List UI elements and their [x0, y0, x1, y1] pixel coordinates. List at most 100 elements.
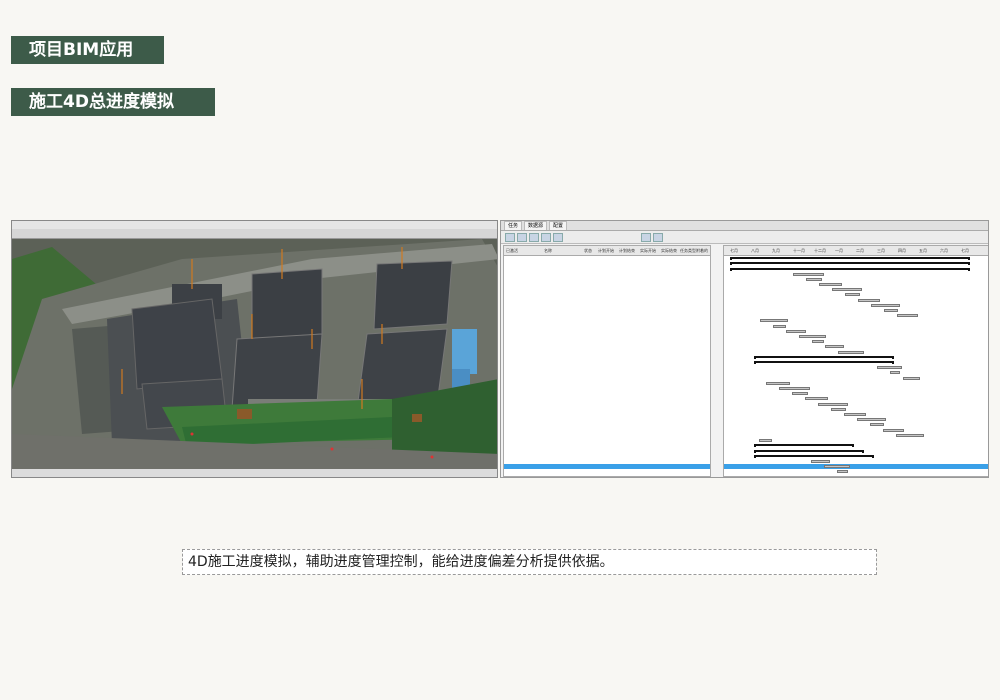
gantt-task-bar[interactable]	[793, 272, 824, 276]
task-row[interactable]	[504, 396, 710, 401]
task-row[interactable]	[504, 266, 710, 271]
task-row[interactable]	[504, 365, 710, 370]
gantt-task-bar[interactable]	[818, 402, 848, 406]
gantt-task-bar[interactable]	[845, 293, 860, 297]
task-row[interactable]	[504, 464, 710, 469]
task-row[interactable]	[504, 329, 710, 334]
gantt-task-bar[interactable]	[884, 309, 898, 312]
task-row[interactable]	[504, 448, 710, 453]
gantt-task-bar[interactable]	[811, 459, 830, 463]
viewer-toolbar[interactable]	[12, 229, 497, 239]
gantt-task-bar[interactable]	[857, 418, 886, 422]
task-row[interactable]	[504, 386, 710, 391]
gantt-task-bar[interactable]	[890, 371, 900, 375]
gantt-task-bar[interactable]	[786, 329, 806, 333]
task-row[interactable]	[504, 334, 710, 339]
gantt-task-bar[interactable]	[759, 439, 772, 442]
zoom-in-icon[interactable]	[641, 233, 651, 242]
task-row[interactable]	[504, 376, 710, 381]
timeliner-window[interactable]: 任务 数据源 配置 已激活 名称 状态 计划开始 计划结束 实际开始 实际结束 …	[500, 220, 989, 478]
task-row[interactable]	[504, 261, 710, 266]
task-row[interactable]	[504, 339, 710, 344]
gantt-summary-bar[interactable]	[730, 262, 970, 266]
task-row[interactable]	[504, 292, 710, 297]
task-row[interactable]	[504, 350, 710, 355]
gantt-task-bar[interactable]	[792, 392, 808, 396]
task-row[interactable]	[504, 355, 710, 360]
gantt-task-bar[interactable]	[837, 470, 848, 474]
gantt-task-bar[interactable]	[858, 298, 880, 302]
task-row[interactable]	[504, 438, 710, 443]
task-row[interactable]	[504, 407, 710, 412]
task-row[interactable]	[504, 443, 710, 448]
task-row[interactable]	[504, 412, 710, 417]
gantt-task-bar[interactable]	[806, 277, 822, 281]
task-row[interactable]	[504, 277, 710, 282]
gantt-task-bar[interactable]	[844, 413, 866, 416]
bim-3d-viewer[interactable]	[11, 220, 498, 478]
attach-icon[interactable]	[541, 233, 551, 242]
task-row[interactable]	[504, 318, 710, 323]
gantt-summary-bar[interactable]	[754, 454, 874, 458]
task-row[interactable]	[504, 272, 710, 277]
gantt-task-bar[interactable]	[819, 283, 842, 286]
gantt-task-bar[interactable]	[773, 324, 786, 328]
task-row[interactable]	[504, 433, 710, 438]
gantt-summary-bar[interactable]	[730, 257, 970, 261]
task-row[interactable]	[504, 298, 710, 303]
gantt-task-bar[interactable]	[903, 376, 920, 380]
tab-data-sources[interactable]: 数据源	[524, 221, 548, 230]
task-row[interactable]	[504, 256, 710, 261]
task-row[interactable]	[504, 344, 710, 349]
task-row[interactable]	[504, 324, 710, 329]
task-row[interactable]	[504, 313, 710, 318]
gantt-task-bar[interactable]	[766, 381, 790, 385]
gantt-task-bar[interactable]	[824, 465, 850, 468]
auto-attach-icon[interactable]	[553, 233, 563, 242]
insert-task-icon[interactable]	[517, 233, 527, 242]
gantt-task-bar[interactable]	[805, 397, 828, 401]
gantt-task-bar[interactable]	[779, 387, 810, 390]
gantt-summary-bar[interactable]	[754, 361, 894, 365]
task-row[interactable]	[504, 287, 710, 292]
task-row[interactable]	[504, 282, 710, 287]
timeliner-tabs[interactable]: 任务 数据源 配置	[501, 221, 988, 231]
task-row[interactable]	[504, 391, 710, 396]
gantt-chart[interactable]: 七月 八月 九月 十一月 十二月 一月 二月 三月 四月 五月 六月 七月	[723, 245, 988, 477]
gantt-summary-bar[interactable]	[754, 449, 864, 453]
task-row[interactable]	[504, 454, 710, 459]
gantt-task-bar[interactable]	[832, 288, 862, 292]
task-row[interactable]	[504, 370, 710, 375]
task-row[interactable]	[504, 308, 710, 313]
gantt-task-bar[interactable]	[877, 366, 902, 370]
task-row[interactable]	[504, 422, 710, 427]
delete-task-icon[interactable]	[529, 233, 539, 242]
task-table[interactable]: 已激活 名称 状态 计划开始 计划结束 实际开始 实际结束 任务类型 附着的	[503, 245, 711, 477]
gantt-task-bar[interactable]	[760, 319, 788, 323]
gantt-task-bar[interactable]	[825, 345, 844, 349]
tab-tasks[interactable]: 任务	[504, 221, 523, 230]
task-row[interactable]	[504, 459, 710, 464]
gantt-task-bar[interactable]	[897, 314, 918, 318]
gantt-summary-bar[interactable]	[754, 444, 854, 448]
task-row[interactable]	[504, 303, 710, 308]
gantt-task-bar[interactable]	[831, 407, 846, 411]
task-row[interactable]	[504, 381, 710, 386]
add-task-icon[interactable]	[505, 233, 515, 242]
gantt-summary-bar[interactable]	[730, 267, 970, 271]
zoom-out-icon[interactable]	[653, 233, 663, 242]
timeliner-toolbar[interactable]	[501, 231, 988, 244]
gantt-task-bar[interactable]	[871, 303, 900, 307]
task-row[interactable]	[504, 417, 710, 422]
task-row[interactable]	[504, 428, 710, 433]
gantt-task-bar[interactable]	[838, 350, 864, 354]
gantt-task-bar[interactable]	[870, 423, 884, 427]
gantt-task-bar[interactable]	[799, 335, 826, 338]
gantt-summary-bar[interactable]	[754, 356, 894, 360]
task-row[interactable]	[504, 360, 710, 365]
gantt-task-bar[interactable]	[896, 433, 924, 437]
task-row[interactable]	[504, 469, 710, 474]
tab-config[interactable]: 配置	[549, 221, 568, 230]
gantt-task-bar[interactable]	[883, 428, 904, 432]
task-row[interactable]	[504, 402, 710, 407]
